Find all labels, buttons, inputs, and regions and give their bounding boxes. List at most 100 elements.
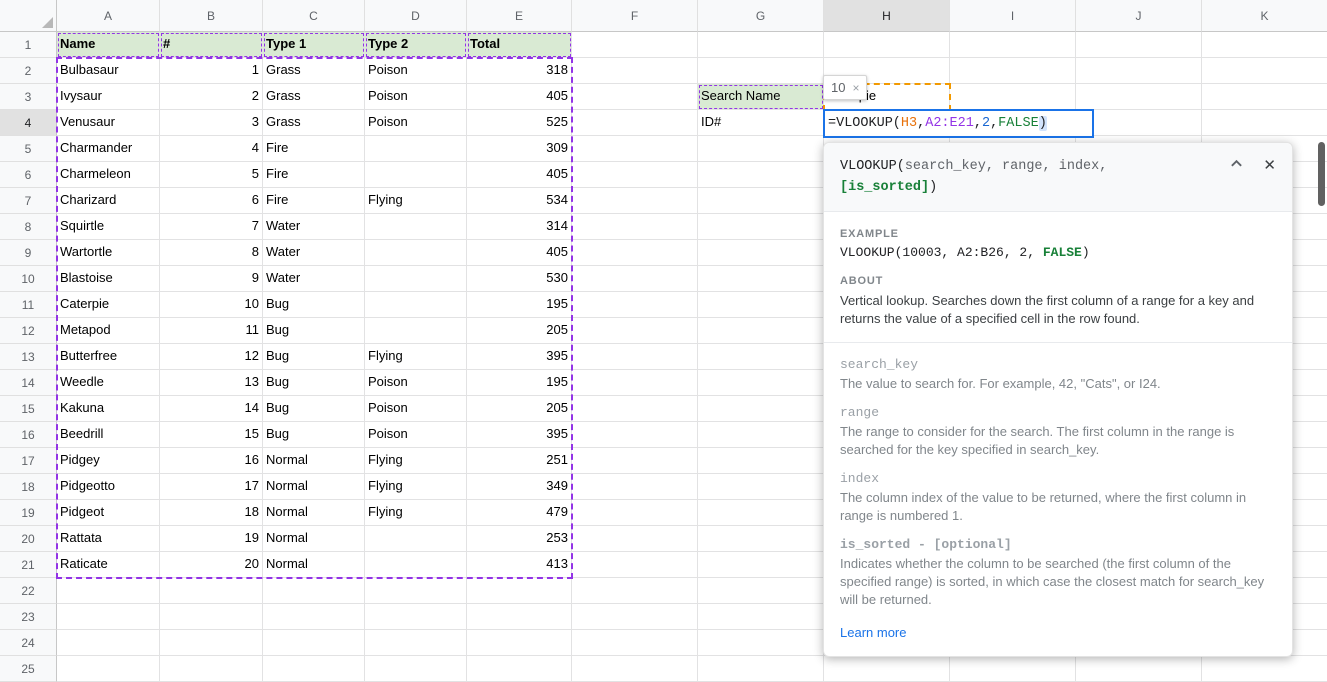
cell-B7[interactable]: 6 xyxy=(160,188,263,214)
cell-C6[interactable]: Fire xyxy=(263,162,365,188)
cell-E8[interactable]: 314 xyxy=(467,214,572,240)
cell-K2[interactable] xyxy=(1202,58,1327,84)
cell-I1[interactable] xyxy=(950,32,1076,58)
cell-C18[interactable]: Normal xyxy=(263,474,365,500)
cell-D10[interactable] xyxy=(365,266,467,292)
cell-E12[interactable]: 205 xyxy=(467,318,572,344)
cell-G21[interactable] xyxy=(698,552,824,578)
cell-D17[interactable]: Flying xyxy=(365,448,467,474)
column-header-I[interactable]: I xyxy=(950,0,1076,32)
cell-D13[interactable]: Flying xyxy=(365,344,467,370)
row-header-3[interactable]: 3 xyxy=(0,84,57,110)
cell-F14[interactable] xyxy=(572,370,698,396)
cell-D25[interactable] xyxy=(365,656,467,682)
cell-C5[interactable]: Fire xyxy=(263,136,365,162)
cell-C11[interactable]: Bug xyxy=(263,292,365,318)
cell-A11[interactable]: Caterpie xyxy=(57,292,160,318)
cell-C21[interactable]: Normal xyxy=(263,552,365,578)
cell-J2[interactable] xyxy=(1076,58,1202,84)
cell-A2[interactable]: Bulbasaur xyxy=(57,58,160,84)
cell-C22[interactable] xyxy=(263,578,365,604)
cell-A22[interactable] xyxy=(57,578,160,604)
column-header-K[interactable]: K xyxy=(1202,0,1327,32)
cell-J4[interactable] xyxy=(1076,110,1202,136)
cell-A5[interactable]: Charmander xyxy=(57,136,160,162)
cell-B9[interactable]: 8 xyxy=(160,240,263,266)
column-header-G[interactable]: G xyxy=(698,0,824,32)
row-header-13[interactable]: 13 xyxy=(0,344,57,370)
cell-D5[interactable] xyxy=(365,136,467,162)
cell-D9[interactable] xyxy=(365,240,467,266)
column-header-C[interactable]: C xyxy=(263,0,365,32)
cell-F15[interactable] xyxy=(572,396,698,422)
cell-F6[interactable] xyxy=(572,162,698,188)
cell-D3[interactable]: Poison xyxy=(365,84,467,110)
cell-B1[interactable]: # xyxy=(160,32,263,58)
cell-C13[interactable]: Bug xyxy=(263,344,365,370)
cell-G13[interactable] xyxy=(698,344,824,370)
cell-G20[interactable] xyxy=(698,526,824,552)
cell-B17[interactable]: 16 xyxy=(160,448,263,474)
cell-C4[interactable]: Grass xyxy=(263,110,365,136)
row-header-25[interactable]: 25 xyxy=(0,656,57,682)
cell-B3[interactable]: 2 xyxy=(160,84,263,110)
cell-G11[interactable] xyxy=(698,292,824,318)
cell-C19[interactable]: Normal xyxy=(263,500,365,526)
cell-E10[interactable]: 530 xyxy=(467,266,572,292)
row-header-16[interactable]: 16 xyxy=(0,422,57,448)
cell-E13[interactable]: 395 xyxy=(467,344,572,370)
cell-E15[interactable]: 205 xyxy=(467,396,572,422)
cell-E24[interactable] xyxy=(467,630,572,656)
cell-G5[interactable] xyxy=(698,136,824,162)
row-header-7[interactable]: 7 xyxy=(0,188,57,214)
cell-C7[interactable]: Fire xyxy=(263,188,365,214)
cell-B20[interactable]: 19 xyxy=(160,526,263,552)
cell-D16[interactable]: Poison xyxy=(365,422,467,448)
cell-B2[interactable]: 1 xyxy=(160,58,263,84)
cell-B24[interactable] xyxy=(160,630,263,656)
vertical-scrollbar[interactable] xyxy=(1318,142,1325,206)
cell-A17[interactable]: Pidgey xyxy=(57,448,160,474)
cell-A9[interactable]: Wartortle xyxy=(57,240,160,266)
cell-D6[interactable] xyxy=(365,162,467,188)
cell-D15[interactable]: Poison xyxy=(365,396,467,422)
cell-G25[interactable] xyxy=(698,656,824,682)
cell-A21[interactable]: Raticate xyxy=(57,552,160,578)
row-header-23[interactable]: 23 xyxy=(0,604,57,630)
cell-K25[interactable] xyxy=(1202,656,1327,682)
cell-D23[interactable] xyxy=(365,604,467,630)
cell-A7[interactable]: Charizard xyxy=(57,188,160,214)
cell-F8[interactable] xyxy=(572,214,698,240)
cell-D19[interactable]: Flying xyxy=(365,500,467,526)
cell-B16[interactable]: 15 xyxy=(160,422,263,448)
cell-A16[interactable]: Beedrill xyxy=(57,422,160,448)
cell-E18[interactable]: 349 xyxy=(467,474,572,500)
cell-E19[interactable]: 479 xyxy=(467,500,572,526)
cell-E3[interactable]: 405 xyxy=(467,84,572,110)
cell-E25[interactable] xyxy=(467,656,572,682)
cell-D14[interactable]: Poison xyxy=(365,370,467,396)
cell-D8[interactable] xyxy=(365,214,467,240)
cell-A24[interactable] xyxy=(57,630,160,656)
cell-C2[interactable]: Grass xyxy=(263,58,365,84)
cell-D20[interactable] xyxy=(365,526,467,552)
row-header-1[interactable]: 1 xyxy=(0,32,57,58)
cell-G6[interactable] xyxy=(698,162,824,188)
cell-E23[interactable] xyxy=(467,604,572,630)
cell-G8[interactable] xyxy=(698,214,824,240)
cell-G19[interactable] xyxy=(698,500,824,526)
cell-F13[interactable] xyxy=(572,344,698,370)
cell-F23[interactable] xyxy=(572,604,698,630)
cell-F9[interactable] xyxy=(572,240,698,266)
cell-F7[interactable] xyxy=(572,188,698,214)
cell-B4[interactable]: 3 xyxy=(160,110,263,136)
cell-I25[interactable] xyxy=(950,656,1076,682)
cell-A10[interactable]: Blastoise xyxy=(57,266,160,292)
cell-B14[interactable]: 13 xyxy=(160,370,263,396)
cell-B13[interactable]: 12 xyxy=(160,344,263,370)
cell-G17[interactable] xyxy=(698,448,824,474)
column-header-B[interactable]: B xyxy=(160,0,263,32)
cell-B10[interactable]: 9 xyxy=(160,266,263,292)
cell-D22[interactable] xyxy=(365,578,467,604)
row-header-14[interactable]: 14 xyxy=(0,370,57,396)
